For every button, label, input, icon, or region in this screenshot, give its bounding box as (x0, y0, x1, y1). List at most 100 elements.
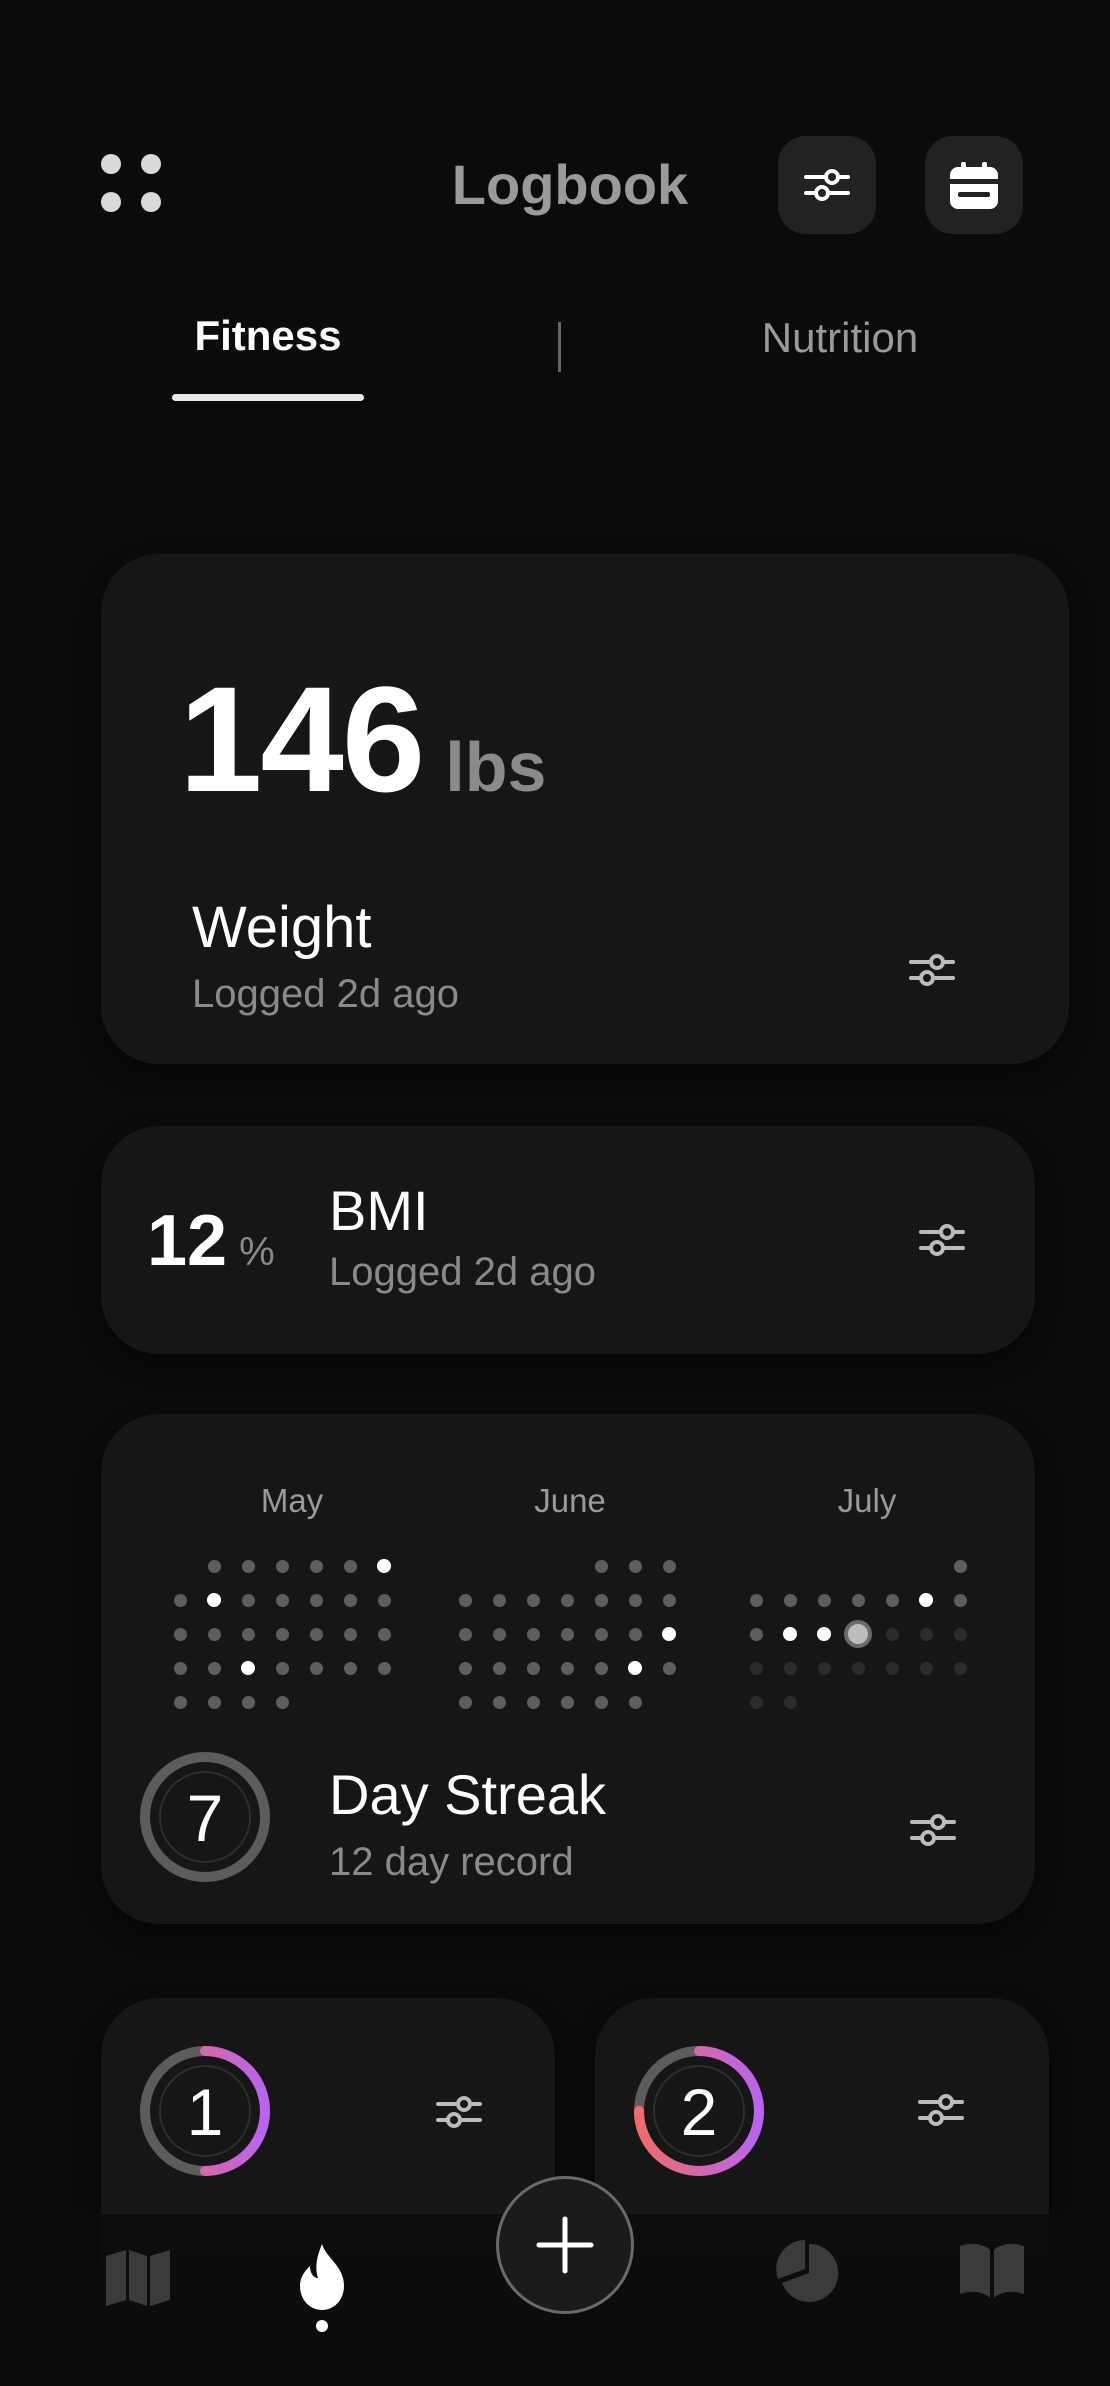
calendar-day-dot (526, 1695, 540, 1709)
calendar-day-dot (817, 1593, 831, 1607)
grid-dots-icon (101, 154, 161, 212)
sliders-icon (910, 1814, 956, 1846)
weight-subtitle: Logged 2d ago (192, 972, 459, 1016)
calendar-day-dot (851, 1593, 865, 1607)
month-label-july: July (837, 1482, 897, 1519)
add-button[interactable] (496, 2176, 634, 2314)
add-icon (536, 2216, 594, 2274)
streak-subtitle: 12 day record (329, 1840, 574, 1884)
nav-fitness[interactable] (292, 2242, 352, 2332)
calendar-day-dot (783, 1695, 797, 1709)
calendar-day-dot (377, 1559, 391, 1573)
tab-fitness[interactable]: Fitness (170, 312, 366, 402)
calendar-day-dot (594, 1627, 608, 1641)
bmi-card[interactable]: 12 % BMI Logged 2d ago (101, 1126, 1035, 1354)
sliders-icon (436, 2096, 482, 2128)
calendar-day-dot (241, 1627, 255, 1641)
calendar-day-dot (844, 1620, 872, 1648)
map-icon (106, 2250, 170, 2306)
goal-ring-1: 1 (138, 2044, 272, 2178)
bmi-settings-button[interactable] (919, 1220, 965, 1265)
calendar-day-dot (783, 1627, 797, 1641)
calendar-day-dot (749, 1695, 763, 1709)
calendar-day-dot (173, 1627, 187, 1641)
page-title: Logbook (451, 153, 689, 216)
calendar-day-dot (458, 1695, 472, 1709)
sliders-icon (919, 1224, 965, 1256)
pie-chart-icon (776, 2240, 839, 2302)
calendar-day-dot (492, 1695, 506, 1709)
weight-card[interactable]: 146 lbs Weight Logged 2d ago (101, 554, 1069, 1064)
calendar-day-dot (458, 1627, 472, 1641)
calendar-day-dot (207, 1559, 221, 1573)
calendar-day-dot (275, 1593, 289, 1607)
calendar-day-dot (309, 1661, 323, 1675)
calendar-day-dot (241, 1661, 255, 1675)
calendar-day-dot (919, 1593, 933, 1607)
calendar-day-dot (343, 1661, 357, 1675)
tab-nutrition[interactable]: Nutrition (740, 314, 940, 362)
calendar-day-dot (628, 1661, 642, 1675)
calendar-day-dot (662, 1661, 676, 1675)
calendar-day-dot (207, 1627, 221, 1641)
calendar-day-dot (458, 1661, 472, 1675)
calendar-day-dot (207, 1593, 221, 1607)
goal-2-settings-button[interactable] (918, 2090, 964, 2135)
calendar-day-dot (953, 1661, 967, 1675)
calendar-day-dot (817, 1661, 831, 1675)
weight-title: Weight (192, 895, 372, 960)
calendar-day-dot (783, 1593, 797, 1607)
bmi-unit: % (239, 1230, 275, 1274)
calendar-day-dot (628, 1593, 642, 1607)
calendar-day-dot (526, 1593, 540, 1607)
calendar-day-dot (817, 1627, 831, 1641)
calendar-day-dot (207, 1661, 221, 1675)
calendar-button[interactable] (925, 136, 1023, 234)
calendar-day-dot (594, 1695, 608, 1709)
calendar-day-dot (526, 1661, 540, 1675)
calendar-day-dot (173, 1661, 187, 1675)
calendar-day-dot (343, 1627, 357, 1641)
menu-button[interactable] (98, 150, 164, 216)
goal-ring-2: 2 (632, 2044, 766, 2178)
calendar-day-dot (885, 1593, 899, 1607)
weight-value: 146 (179, 655, 425, 823)
bmi-subtitle: Logged 2d ago (329, 1250, 596, 1294)
calendar-day-dot (458, 1593, 472, 1607)
nav-logbook[interactable] (958, 2242, 1026, 2305)
month-label-june: June (534, 1482, 606, 1519)
streak-settings-button[interactable] (910, 1810, 956, 1855)
month-label-may: May (260, 1482, 324, 1519)
calendar-day-dot (560, 1627, 574, 1641)
calendar-day-dot (275, 1661, 289, 1675)
calendar-day-dot (309, 1559, 323, 1573)
calendar-day-dot (919, 1627, 933, 1641)
calendar-day-dot (173, 1593, 187, 1607)
calendar-day-dot (309, 1627, 323, 1641)
flame-icon (300, 2244, 344, 2310)
nav-stats[interactable] (774, 2238, 844, 2313)
calendar-day-dot (377, 1627, 391, 1641)
bmi-value: 12 (147, 1201, 228, 1281)
goal-1-settings-button[interactable] (436, 2092, 482, 2137)
calendar-day-dot (492, 1593, 506, 1607)
calendar-day-dot (241, 1593, 255, 1607)
calendar-day-dot (343, 1593, 357, 1607)
tab-fitness-label: Fitness (194, 312, 342, 359)
calendar-day-dot (594, 1593, 608, 1607)
calendar-day-dot (309, 1593, 323, 1607)
streak-ring: 7 (138, 1750, 272, 1884)
calendar-day-dot (594, 1661, 608, 1675)
calendar-day-dot (560, 1593, 574, 1607)
calendar-day-dot (953, 1593, 967, 1607)
calendar-day-dot (953, 1559, 967, 1573)
calendar-day-dot (275, 1559, 289, 1573)
calendar-day-dot (628, 1559, 642, 1573)
nav-map[interactable] (104, 2248, 172, 2313)
filter-button[interactable] (778, 136, 876, 234)
calendar-day-dot (628, 1627, 642, 1641)
weight-settings-button[interactable] (909, 950, 955, 995)
tab-active-indicator (172, 394, 364, 401)
calendar-day-dot (662, 1593, 676, 1607)
calendar-icon (950, 162, 998, 209)
